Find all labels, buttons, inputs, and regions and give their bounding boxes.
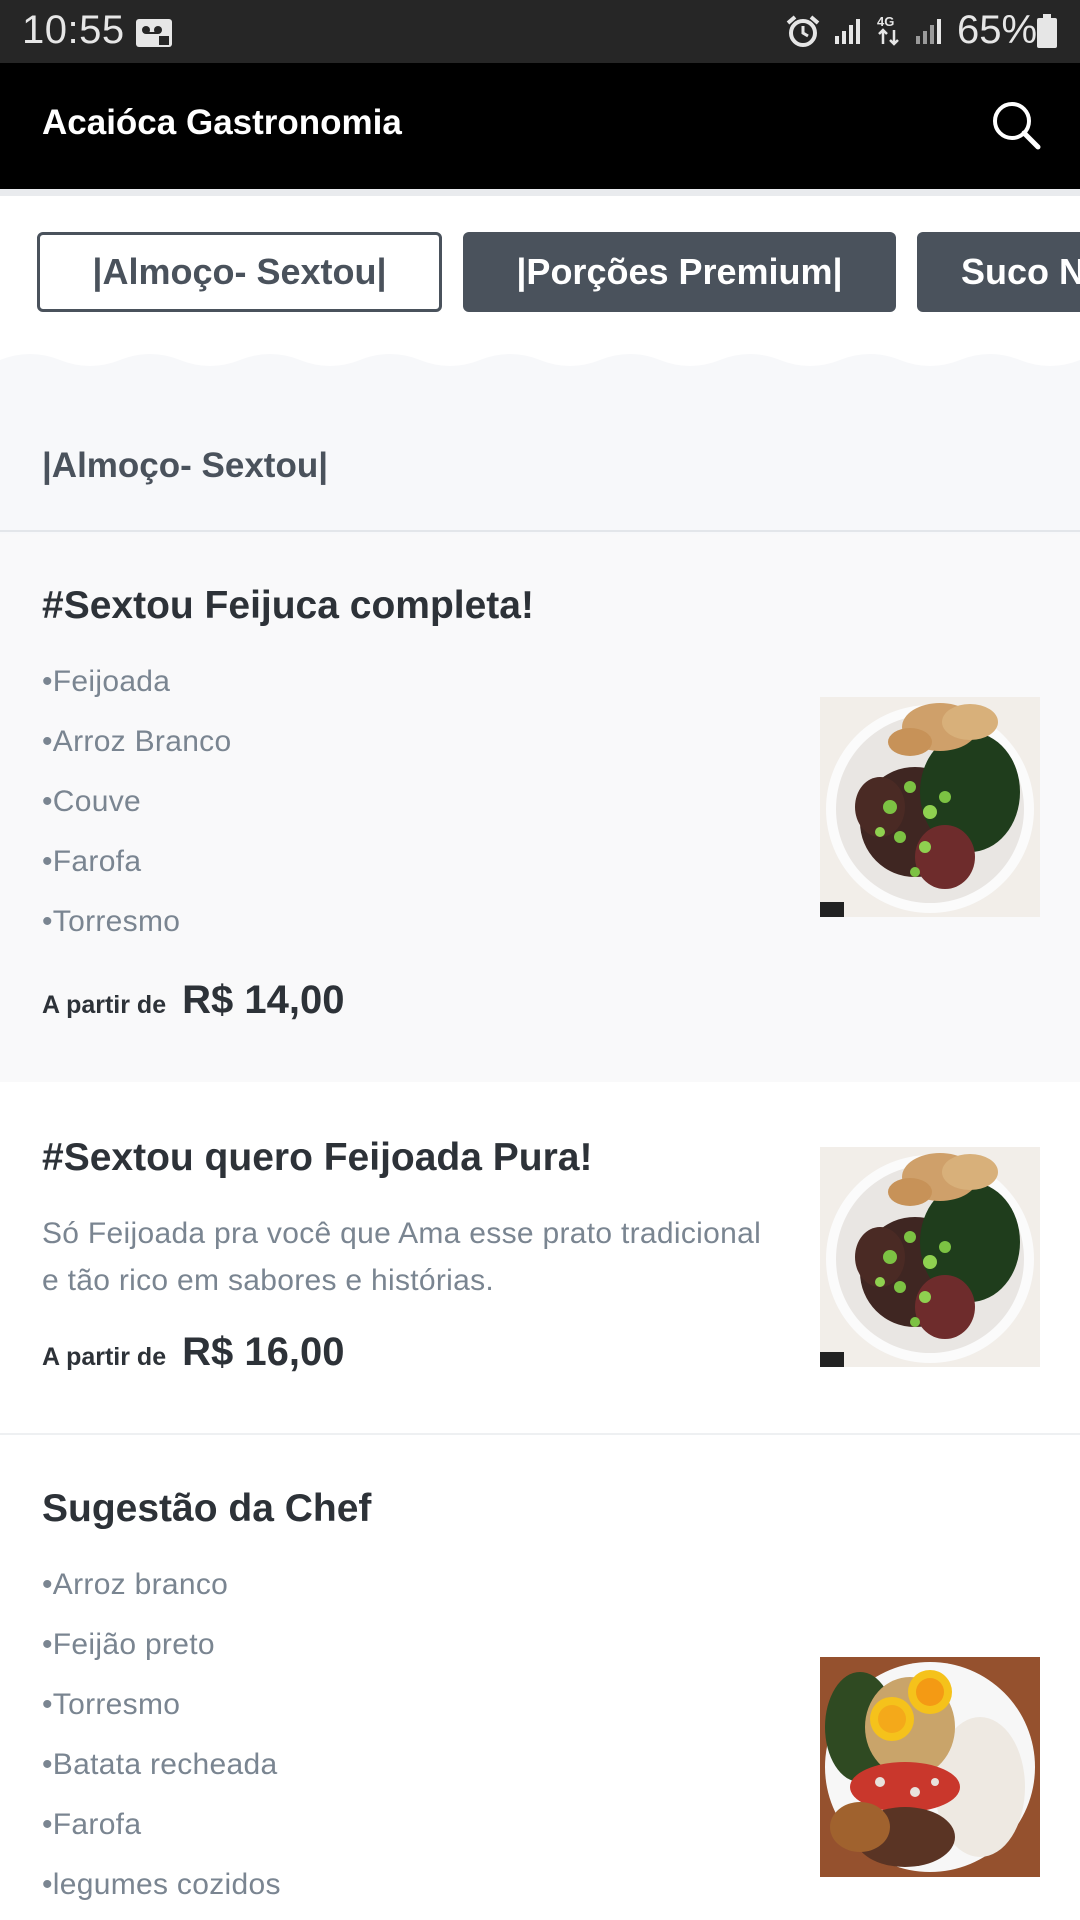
app-title: Acaióca Gastronomia [42,103,402,142]
product-title: Sugestão da Chef [42,1487,372,1530]
alarm-icon [786,15,820,47]
list-item: •Farofa [42,1808,142,1841]
price-prefix: A partir de [42,991,167,1019]
product-card[interactable]: #Sextou quero Feijoada Pura! Só Feijoada… [0,1082,1080,1435]
feijoada-plate-image[interactable] [820,697,1040,917]
product-items: •Arroz branco •Feijão preto •Torresmo •B… [42,1555,281,1915]
list-item: •Torresmo [42,905,181,938]
price-row: A partir de R$ 16,00 [42,1330,344,1375]
4g-data-icon: 4G [877,14,899,46]
signal-icon [835,19,860,44]
list-item: •Batata recheada [42,1748,278,1781]
list-item: •Feijoada [42,665,171,698]
battery-icon [1037,14,1057,48]
category-tabs: |Almoço- Sextou| |Porções Premium| Suco … [0,189,1080,357]
search-icon[interactable] [990,99,1042,151]
list-item: •Arroz branco [42,1568,229,1601]
product-title: #Sextou Feijuca completa! [42,584,534,627]
app-header: Acaióca Gastronomia [0,63,1080,189]
battery-percent: 65% [957,8,1038,52]
product-items: •Feijoada •Arroz Branco •Couve •Farofa •… [42,652,231,952]
signal-icon [916,19,941,44]
list-item: •Torresmo [42,1688,181,1721]
voicemail-icon [136,19,172,47]
price-row: A partir de R$ 14,00 [42,978,344,1023]
wave-divider [0,352,1080,376]
list-item: •Feijão preto [42,1628,215,1661]
price-prefix: A partir de [42,1343,167,1371]
status-time: 10:55 [22,8,125,52]
svg-text:4G: 4G [877,14,894,29]
list-item: •Farofa [42,845,142,878]
tab-almoco-sextou[interactable]: |Almoço- Sextou| [37,232,442,312]
section-title: |Almoço- Sextou| [42,446,328,485]
product-description: Só Feijoada pra você que Ama esse prato … [42,1217,762,1297]
tab-suco[interactable]: Suco N [917,232,1080,312]
product-card[interactable]: #Sextou Feijuca completa! •Feijoada •Arr… [0,534,1080,1082]
feijoada-plate-image[interactable] [820,1147,1040,1367]
list-item: •legumes cozidos [42,1868,281,1901]
product-card[interactable]: Sugestão da Chef •Arroz branco •Feijão p… [0,1435,1080,1920]
list-item: •Couve [42,785,142,818]
product-title: #Sextou quero Feijoada Pura! [42,1136,593,1179]
list-item: •Arroz Branco [42,725,232,758]
status-bar: 10:55 4G 65% [0,0,1080,63]
price-value: R$ 14,00 [182,978,345,1022]
chef-suggestion-plate-image[interactable] [820,1657,1040,1877]
price-value: R$ 16,00 [182,1330,345,1374]
section-header: |Almoço- Sextou| [0,376,1080,532]
tab-porcoes-premium[interactable]: |Porções Premium| [463,232,896,312]
